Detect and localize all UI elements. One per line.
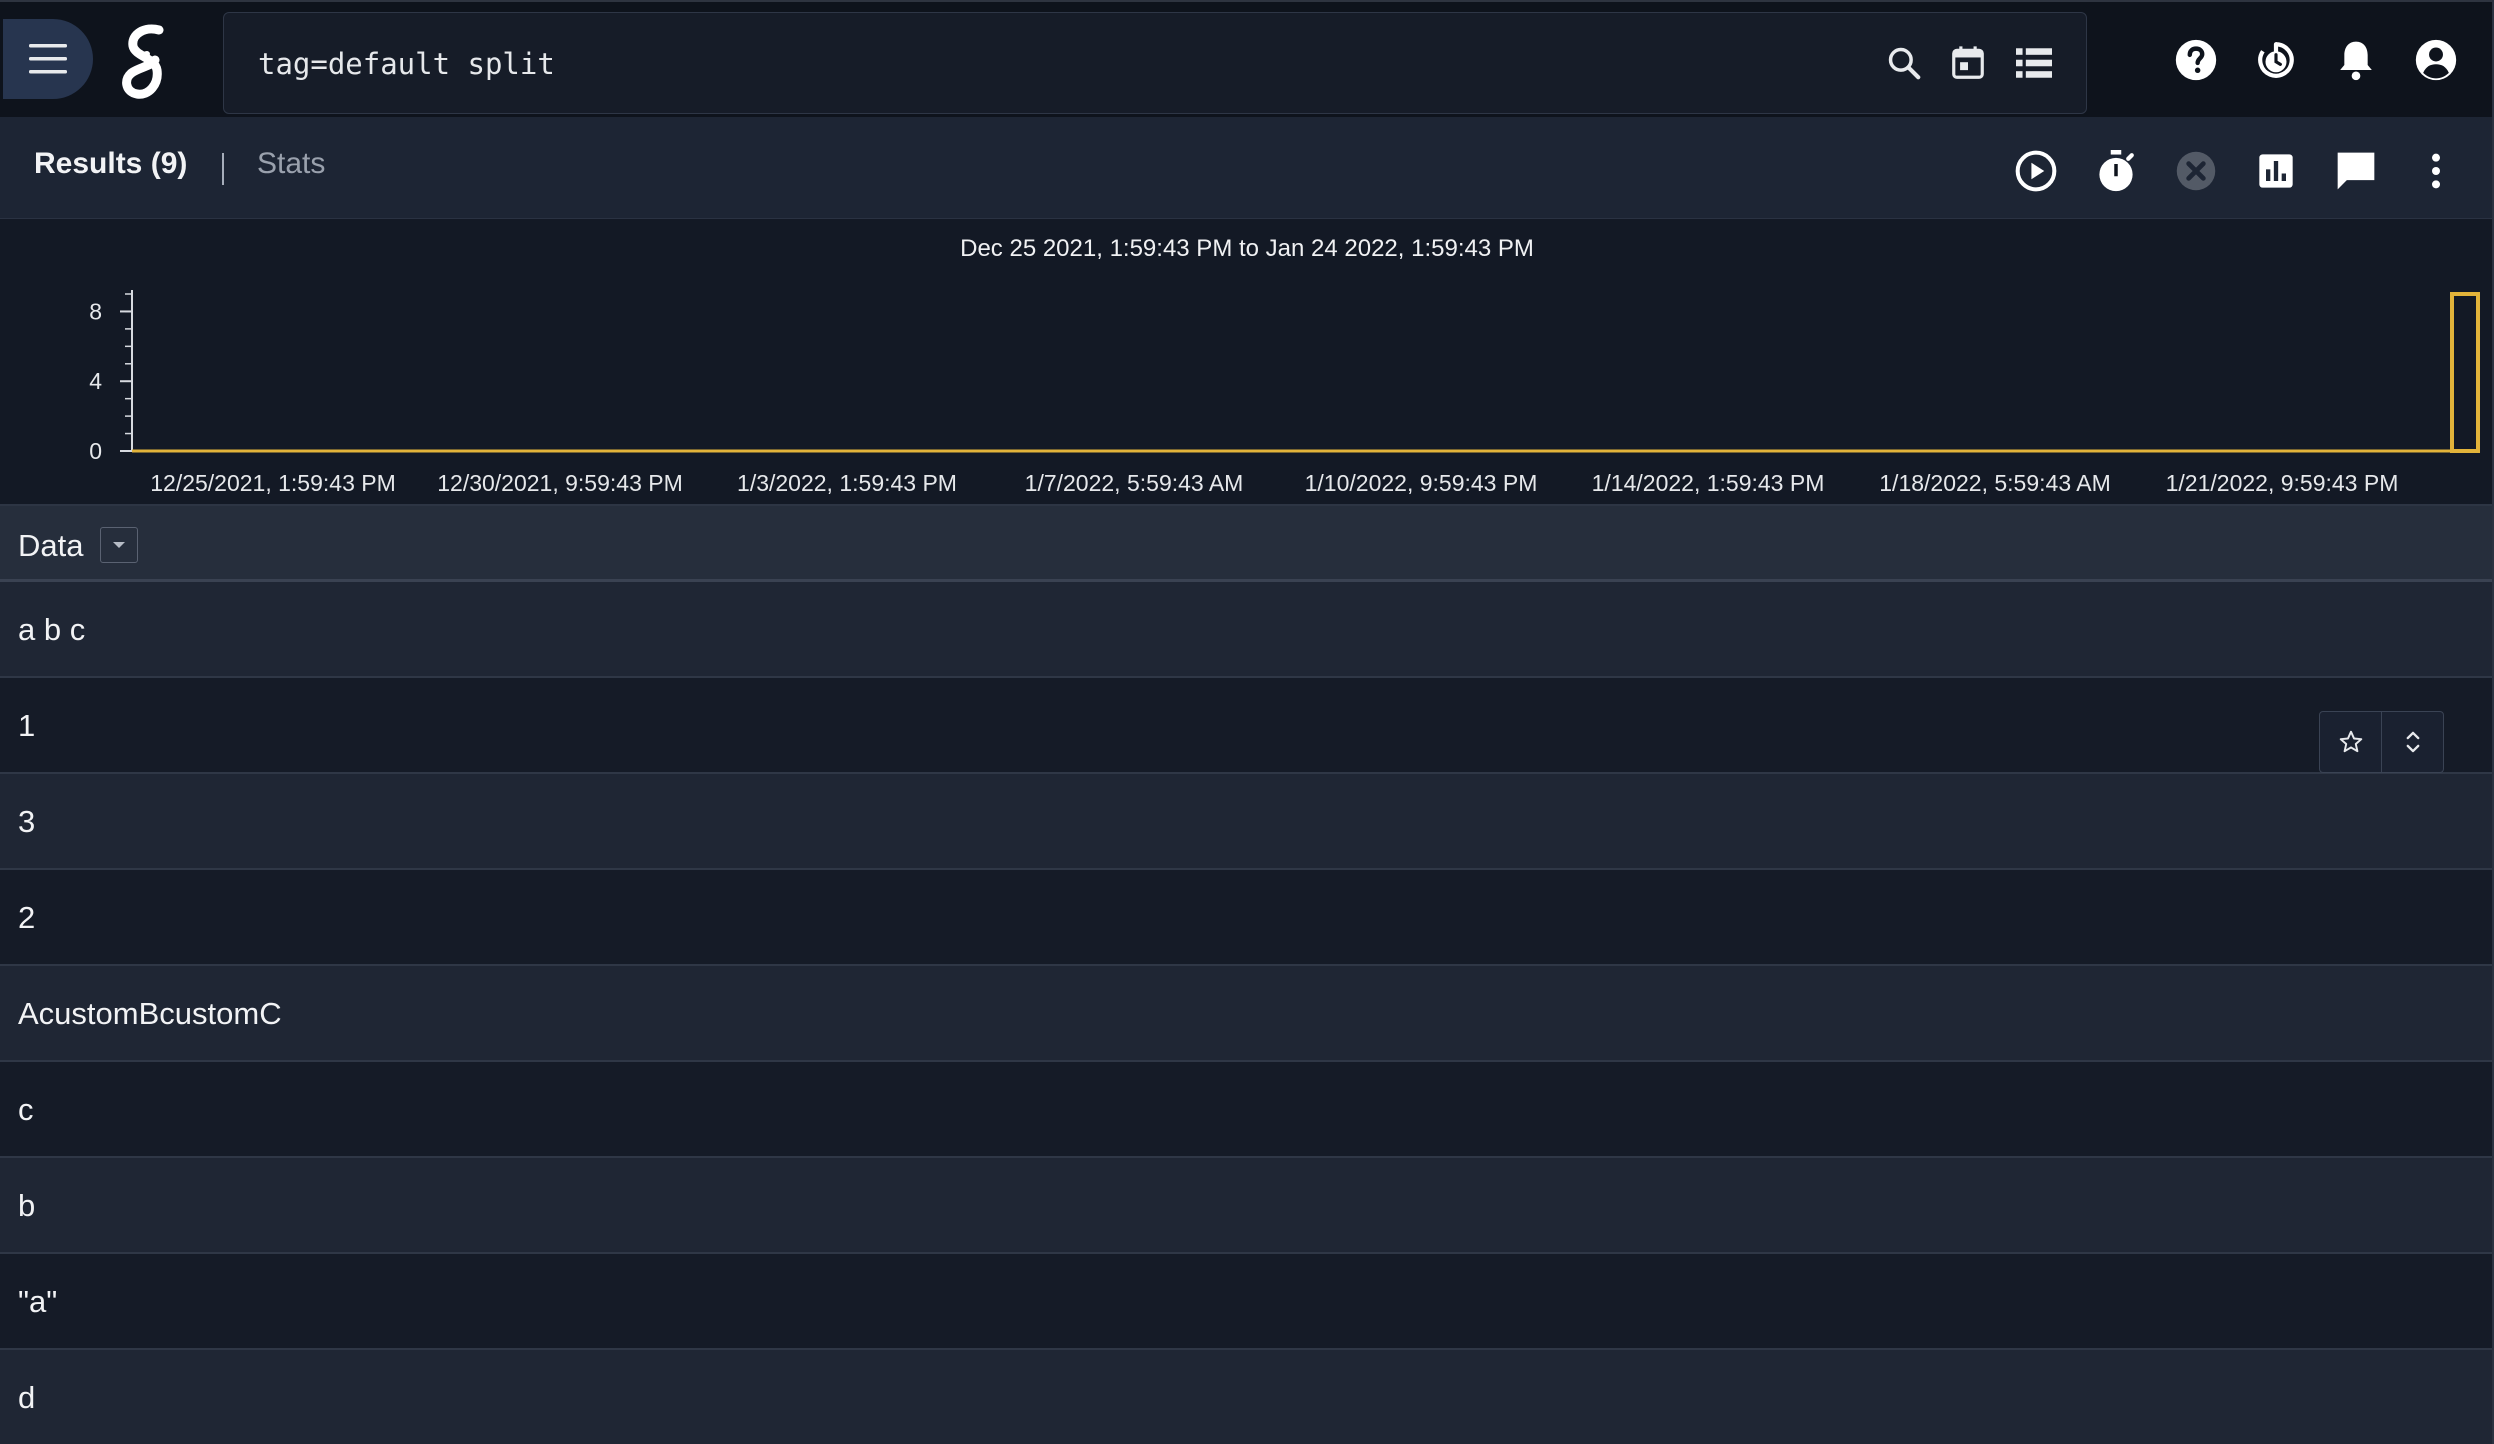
table-row[interactable]: AcustomBcustomC <box>0 966 2494 1062</box>
x-tick-label: 12/30/2021, 9:59:43 PM <box>437 470 683 496</box>
row-value: d <box>18 1380 36 1415</box>
search-button[interactable] <box>1880 39 1928 87</box>
more-vert-icon <box>2432 153 2440 189</box>
row-value: 3 <box>18 804 36 839</box>
comment-icon <box>2337 152 2375 190</box>
top-header <box>0 0 2494 117</box>
search-history-button[interactable] <box>2250 34 2302 86</box>
star-outline-icon <box>2339 730 2362 753</box>
table-row[interactable]: 2 <box>0 870 2494 966</box>
x-tick-label: 1/10/2022, 9:59:43 PM <box>1305 470 1538 496</box>
gravwell-logo-icon[interactable] <box>115 24 173 100</box>
x-tick-label: 12/25/2021, 1:59:43 PM <box>150 470 396 496</box>
query-library-button[interactable] <box>2010 39 2058 87</box>
caret-down-icon <box>113 542 125 548</box>
stopwatch-icon <box>2099 150 2134 192</box>
list-view-icon <box>2016 48 2052 78</box>
table-row[interactable]: 1 <box>0 678 2494 774</box>
results-table-body: a b c 1 3 2 AcustomBcustomC c b "a" d <box>0 582 2494 1444</box>
star-row-button[interactable] <box>2320 712 2381 772</box>
timeframe-button[interactable] <box>1944 39 1992 87</box>
row-value: 1 <box>18 708 36 743</box>
x-tick-label: 1/14/2022, 1:59:43 PM <box>1592 470 1825 496</box>
histogram-bar <box>2450 292 2480 453</box>
chart-view-button[interactable] <box>2250 145 2302 197</box>
results-toolbar: Results (9) Stats <box>0 117 2494 219</box>
calendar-icon <box>1952 46 1984 79</box>
tab-results[interactable]: Results (9) <box>34 147 187 181</box>
expand-row-button[interactable] <box>2381 712 2443 772</box>
column-menu-button[interactable] <box>100 527 138 563</box>
notifications-bell-icon <box>2340 41 2372 81</box>
table-row[interactable]: 3 <box>0 774 2494 870</box>
table-row[interactable]: a b c <box>0 582 2494 678</box>
x-tick-label: 1/7/2022, 5:59:43 AM <box>1025 470 1244 496</box>
account-circle-icon <box>2415 39 2457 81</box>
rerun-query-button[interactable] <box>2010 145 2062 197</box>
row-value: AcustomBcustomC <box>18 996 282 1031</box>
table-row[interactable]: c <box>0 1062 2494 1158</box>
cancel-circle-icon <box>2176 151 2216 191</box>
help-button[interactable] <box>2170 34 2222 86</box>
timeline-chart: Dec 25 2021, 1:59:43 PM to Jan 24 2022, … <box>0 219 2494 506</box>
expand-unfold-icon <box>2406 731 2419 753</box>
timeline-chart-svg: 0 4 8 12/25/2021, 1:59:43 PM 12/30/2021, 9:5… <box>89 290 2480 496</box>
x-tick-label: 1/18/2022, 5:59:43 AM <box>1879 470 2110 496</box>
history-timer-icon <box>2258 42 2294 78</box>
tab-stats[interactable]: Stats <box>257 147 325 181</box>
help-icon <box>2175 39 2217 81</box>
more-options-button[interactable] <box>2410 145 2462 197</box>
search-icon <box>1888 47 1921 80</box>
bar-chart-icon <box>2259 154 2293 188</box>
row-value: b <box>18 1188 36 1223</box>
column-header-data: Data <box>18 528 84 563</box>
query-input[interactable] <box>256 39 1760 89</box>
table-header: Data <box>0 506 2494 582</box>
y-tick-label: 0 <box>89 438 102 464</box>
cancel-search-button[interactable] <box>2170 145 2222 197</box>
table-row[interactable]: d <box>0 1350 2494 1444</box>
y-tick-label: 8 <box>89 298 102 324</box>
table-row[interactable]: b <box>0 1158 2494 1254</box>
account-button[interactable] <box>2410 34 2462 86</box>
app-window: Results (9) Stats <box>0 0 2494 1444</box>
comment-button[interactable] <box>2330 145 2382 197</box>
hamburger-menu-icon <box>29 44 67 74</box>
row-value: 2 <box>18 900 36 935</box>
main-menu-button[interactable] <box>3 19 93 99</box>
row-value: a b c <box>18 612 86 647</box>
query-search-bar[interactable] <box>223 12 2087 114</box>
y-tick-label: 4 <box>89 368 102 394</box>
tab-divider <box>222 153 224 185</box>
x-tick-label: 1/3/2022, 1:59:43 PM <box>737 470 957 496</box>
row-value: "a" <box>18 1284 58 1319</box>
notifications-button[interactable] <box>2330 34 2382 86</box>
x-tick-label: 1/21/2022, 9:59:43 PM <box>2166 470 2399 496</box>
row-value: c <box>18 1092 34 1127</box>
background-search-button[interactable] <box>2090 145 2142 197</box>
play-circle-icon <box>2015 150 2057 192</box>
row-actions <box>2319 711 2444 773</box>
table-row[interactable]: "a" <box>0 1254 2494 1350</box>
